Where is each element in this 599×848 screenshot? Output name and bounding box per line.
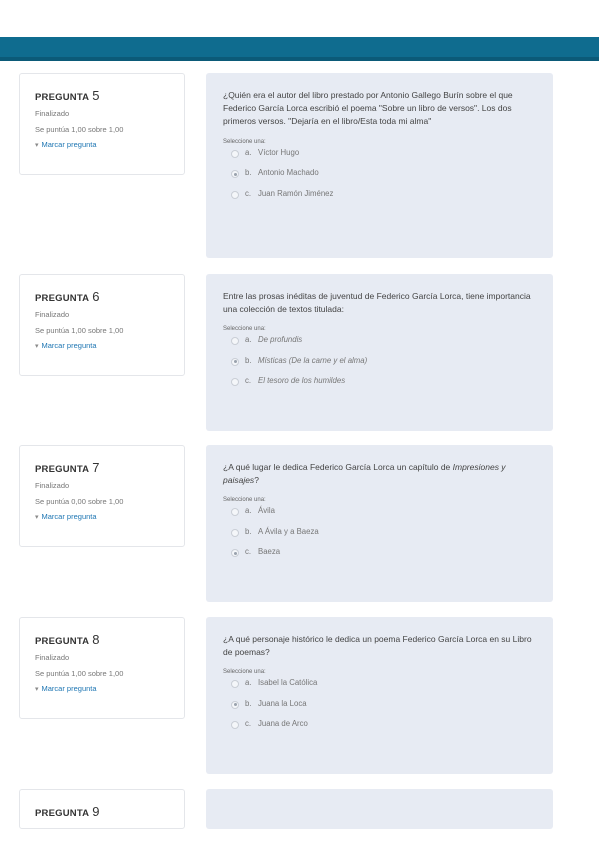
answer-option-b[interactable]: b. Antonio Machado — [223, 165, 539, 186]
flag-icon: ▾ — [35, 142, 39, 149]
answer-option-b[interactable]: b. Juana la Loca — [223, 696, 539, 717]
question-title: PREGUNTA 6 — [35, 289, 100, 304]
flag-icon: ▾ — [35, 686, 39, 693]
answer-option-b[interactable]: b. A Ávila y a Baeza — [223, 524, 539, 545]
question-title: PREGUNTA 7 — [35, 460, 100, 475]
flag-question-link[interactable]: ▾ Marcar pregunta — [35, 512, 184, 521]
flag-question-link[interactable]: ▾ Marcar pregunta — [35, 684, 184, 693]
radio-button-selected[interactable] — [231, 357, 239, 366]
question-grade: Se puntúa 1,00 sobre 1,00 — [35, 125, 124, 134]
answer-option-a[interactable]: a. Víctor Hugo — [223, 145, 539, 166]
question-content: ¿A qué personaje histórico le dedica un … — [206, 617, 553, 774]
answer-option-c[interactable]: c. Baeza — [223, 544, 539, 565]
question-content: ¿A qué lugar le dedica Federico García L… — [206, 445, 553, 602]
question-text: ¿Quién era el autor del libro prestado p… — [223, 90, 513, 127]
radio-button[interactable] — [231, 378, 239, 387]
question-grade: Se puntúa 0,00 sobre 1,00 — [35, 497, 124, 506]
question-info: PREGUNTA 5 Finalizado Se puntúa 1,00 sobr… — [19, 73, 185, 175]
site-header-bar — [0, 37, 599, 61]
answer-option-c[interactable]: c. El tesoro de los humildes — [223, 373, 539, 394]
question-state: Finalizado — [35, 481, 70, 490]
question-state: Finalizado — [35, 109, 70, 118]
flag-icon: ▾ — [35, 514, 39, 521]
question-info: PREGUNTA 7 Finalizado Se puntúa 0,00 sobr… — [19, 445, 185, 547]
question-content — [206, 789, 553, 829]
radio-button-selected[interactable] — [231, 549, 239, 558]
radio-button[interactable] — [231, 149, 239, 158]
radio-button[interactable] — [231, 508, 239, 517]
flag-question-link[interactable]: ▾ Marcar pregunta — [35, 140, 184, 149]
answer-option-c[interactable]: c. Juan Ramón Jiménez — [223, 186, 539, 207]
flag-question-link[interactable]: ▾ Marcar pregunta — [35, 341, 184, 350]
answer-option-c[interactable]: c. Juana de Arco — [223, 716, 539, 737]
question-text: Entre las prosas inéditas de juventud de… — [223, 291, 531, 315]
radio-button-selected[interactable] — [231, 170, 239, 179]
question-state: Finalizado — [35, 653, 70, 662]
answer-option-a[interactable]: a. Ávila — [223, 503, 539, 524]
question-info: PREGUNTA 8 Finalizado Se puntúa 1,00 sobr… — [19, 617, 185, 719]
question-info: PREGUNTA 6 Finalizado Se puntúa 1,00 sobr… — [19, 274, 185, 376]
flag-icon: ▾ — [35, 343, 39, 350]
answer-option-a[interactable]: a. De profundis — [223, 332, 539, 353]
radio-button[interactable] — [231, 337, 239, 346]
question-grade: Se puntúa 1,00 sobre 1,00 — [35, 326, 124, 335]
question-grade: Se puntúa 1,00 sobre 1,00 — [35, 669, 124, 678]
radio-button[interactable] — [231, 190, 239, 199]
answer-option-b[interactable]: b. Místicas (De la carne y el alma) — [223, 353, 539, 374]
question-info: PREGUNTA 9 — [19, 789, 185, 829]
radio-button[interactable] — [231, 680, 239, 689]
question-title: PREGUNTA 9 — [35, 804, 100, 819]
question-text: ¿A qué lugar le dedica Federico García L… — [223, 462, 506, 486]
radio-button-selected[interactable] — [231, 700, 239, 709]
radio-button[interactable] — [231, 528, 239, 537]
question-title: PREGUNTA 5 — [35, 88, 100, 103]
question-state: Finalizado — [35, 310, 70, 319]
question-content: Entre las prosas inéditas de juventud de… — [206, 274, 553, 431]
radio-button[interactable] — [231, 721, 239, 730]
answer-option-a[interactable]: a. Isabel la Católica — [223, 675, 539, 696]
question-text: ¿A qué personaje histórico le dedica un … — [223, 634, 532, 658]
question-title: PREGUNTA 8 — [35, 632, 100, 647]
question-content: ¿Quién era el autor del libro prestado p… — [206, 73, 553, 258]
